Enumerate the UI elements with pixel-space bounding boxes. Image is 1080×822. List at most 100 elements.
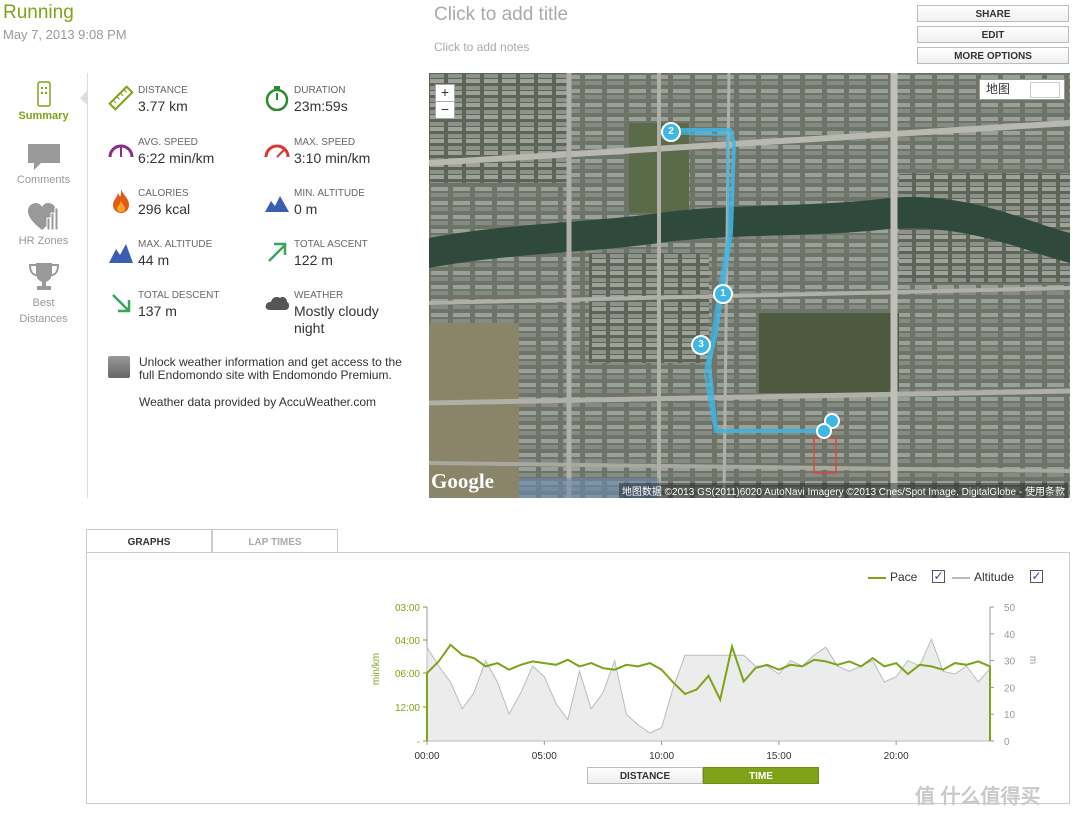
right-tick-label: 30	[1004, 657, 1016, 668]
stat-label: MIN. ALTITUDE	[294, 188, 365, 199]
nav-summary[interactable]: Summary	[0, 81, 87, 122]
zoom-out-button[interactable]: −	[435, 101, 455, 119]
altitude-swatch	[952, 576, 970, 579]
left-tick-label: 03:00	[395, 603, 420, 614]
heart-chart-icon	[27, 203, 58, 231]
right-tick-label: 0	[1004, 737, 1010, 748]
tab-lap-times[interactable]: LAP TIMES	[212, 529, 338, 553]
tab-graphs[interactable]: GRAPHS	[86, 529, 212, 553]
pace-swatch	[868, 576, 886, 579]
trophy-icon	[28, 263, 59, 290]
route-marker-3[interactable]: 3	[691, 335, 711, 355]
mountain-low-icon	[265, 196, 289, 212]
weather-line-1: Mostly cloudy	[294, 303, 379, 319]
premium-icon	[108, 356, 130, 378]
legend-altitude-label: Altitude	[974, 570, 1015, 584]
nav-hr-zones[interactable]: HR Zones	[0, 202, 87, 247]
x-tick-label: 00:00	[414, 751, 439, 762]
stat-value: 23m:59s	[294, 98, 348, 114]
legend-pace-label: Pace	[890, 570, 918, 584]
stat-label: WEATHER	[294, 290, 344, 301]
nav-hr-zones-label: HR Zones	[18, 235, 69, 247]
stat-label: DURATION	[294, 85, 346, 96]
watermark: 值 什么值得买	[915, 786, 1041, 808]
left-axis-label: min/km	[371, 653, 382, 685]
stat-value: 44 m	[138, 252, 170, 268]
comment-icon	[27, 144, 60, 170]
stat-value: Mostly cloudy night	[294, 303, 379, 337]
nav-summary-label: Summary	[18, 110, 69, 122]
x-axis-distance-button[interactable]: DISTANCE	[587, 767, 703, 784]
activity-title: Running	[3, 2, 74, 23]
right-tick-label: 50	[1004, 603, 1016, 614]
legend-altitude: Altitude	[952, 570, 1014, 584]
map-type-label[interactable]: 地图	[980, 82, 1010, 96]
x-tick-label: 15:00	[766, 751, 791, 762]
nav-best-distances-label: Best Distances	[19, 297, 68, 325]
legend-pace: Pace	[868, 570, 917, 584]
gauge-icon	[108, 144, 134, 158]
side-navigation: Summary Comments HR Zones Best Distances	[0, 73, 88, 498]
activity-date: May 7, 2013 9:08 PM	[3, 27, 127, 42]
stat-label: TOTAL DESCENT	[138, 290, 220, 301]
stopwatch-icon	[265, 86, 289, 111]
weather-source: Weather data provided by AccuWeather.com	[139, 395, 377, 409]
stat-value: 3:10 min/km	[294, 150, 371, 166]
left-tick-label: 04:00	[395, 636, 420, 647]
right-tick-label: 20	[1004, 683, 1016, 694]
stat-label: AVG. SPEED	[138, 137, 198, 148]
more-options-button[interactable]: MORE OPTIONS	[917, 47, 1069, 64]
right-axis-label: m	[1027, 656, 1038, 664]
route-marker-1[interactable]: 1	[713, 284, 733, 304]
stat-label: MAX. ALTITUDE	[138, 239, 213, 250]
left-tick-label: 12:00	[395, 703, 420, 714]
start-marker[interactable]	[816, 423, 832, 439]
running-shoe-icon	[36, 81, 51, 107]
nav-best-distances[interactable]: Best Distances	[0, 262, 87, 327]
nav-comments-label: Comments	[16, 174, 71, 186]
stat-value: 137 m	[138, 303, 177, 319]
zoom-in-button[interactable]: +	[435, 84, 455, 102]
stat-value: 3.77 km	[138, 98, 188, 114]
arrow-up-right-icon	[268, 242, 287, 262]
route-marker-2[interactable]: 2	[661, 122, 681, 142]
edit-button[interactable]: EDIT	[917, 26, 1069, 43]
stat-value: 122 m	[294, 252, 333, 268]
x-axis-time-button[interactable]: TIME	[703, 767, 819, 784]
google-logo: Google	[431, 469, 494, 493]
arrow-down-right-icon	[112, 294, 131, 313]
right-tick-label: 10	[1004, 710, 1016, 721]
unlock-text[interactable]: Unlock weather information and get acces…	[139, 356, 404, 382]
stat-label: DISTANCE	[138, 85, 188, 96]
satellite-toggle[interactable]	[1030, 82, 1060, 98]
map-type-control[interactable]: 地图	[979, 79, 1065, 100]
route-line	[670, 128, 833, 433]
stat-value: 296 kcal	[138, 201, 191, 217]
add-notes-field[interactable]: Click to add notes	[434, 40, 529, 54]
nav-comments[interactable]: Comments	[0, 143, 87, 186]
cloud-icon	[265, 297, 290, 310]
share-button[interactable]: SHARE	[917, 5, 1069, 22]
gauge-max-icon	[264, 144, 290, 158]
mountain-icon	[109, 244, 133, 263]
left-tick-label: 06:00	[395, 669, 420, 680]
x-tick-label: 10:00	[649, 751, 674, 762]
altitude-checkbox[interactable]: ✓	[1030, 570, 1043, 583]
stat-value: 0 m	[294, 201, 318, 217]
pace-altitude-chart: 03:00 04:00 06:00 12:00 - 50 40 30 20 10 0 00:00 05:…	[371, 603, 1038, 762]
ruler-icon	[108, 85, 134, 111]
map-copyright: 地图数据 ©2013 GS(2011)6020 AutoNavi Imagery…	[618, 483, 1068, 498]
left-tick-label: -	[417, 737, 420, 748]
right-tick-label: 40	[1004, 630, 1016, 641]
stat-label: MAX. SPEED	[294, 137, 356, 148]
x-tick-label: 05:00	[532, 751, 557, 762]
stat-value: 6:22 min/km	[138, 150, 215, 166]
flame-icon	[113, 189, 129, 213]
add-title-field[interactable]: Click to add title	[434, 4, 568, 26]
weather-line-2: night	[294, 320, 325, 336]
pace-checkbox[interactable]: ✓	[932, 570, 945, 583]
route-map[interactable]: 2 1 3 + − 地图 Google 地图数据 ©2013 GS(2011)6…	[429, 73, 1070, 498]
stat-label: CALORIES	[138, 188, 189, 199]
x-tick-label: 20:00	[884, 751, 909, 762]
stat-label: TOTAL ASCENT	[294, 239, 368, 250]
